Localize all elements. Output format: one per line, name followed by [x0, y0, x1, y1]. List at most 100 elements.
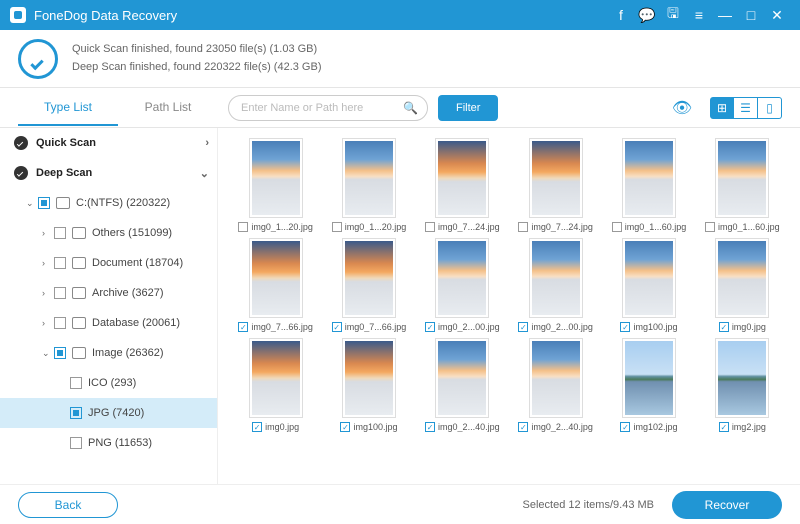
thumbnail-item[interactable]: img0_2...00.jpg: [512, 238, 599, 332]
thumbnail-image[interactable]: [529, 238, 583, 318]
sidebar-document[interactable]: › Document (18704): [0, 248, 217, 278]
recover-button[interactable]: Recover: [672, 491, 782, 519]
grid-view-icon[interactable]: ⊞: [710, 97, 734, 119]
thumbnail-item[interactable]: img0_7...66.jpg: [325, 238, 412, 332]
file-name: img0_2...40.jpg: [438, 422, 500, 432]
thumbnail-image[interactable]: [435, 238, 489, 318]
checkbox[interactable]: [54, 317, 66, 329]
search-input[interactable]: [228, 95, 428, 121]
checkbox[interactable]: [54, 227, 66, 239]
checkbox-partial[interactable]: [70, 407, 82, 419]
thumbnail-item[interactable]: img0_2...00.jpg: [419, 238, 506, 332]
thumbnail-image[interactable]: [249, 138, 303, 218]
checkbox[interactable]: [518, 222, 528, 232]
thumbnail-image[interactable]: [342, 238, 396, 318]
sidebar-archive[interactable]: › Archive (3627): [0, 278, 217, 308]
save-icon[interactable]: 🖫: [660, 2, 686, 28]
sidebar-database[interactable]: › Database (20061): [0, 308, 217, 338]
thumbnail-item[interactable]: img0_7...66.jpg: [232, 238, 319, 332]
checkbox[interactable]: [719, 422, 729, 432]
chevron-right-icon: ›: [42, 318, 54, 328]
preview-icon[interactable]: 👁: [668, 97, 696, 119]
sidebar-ico[interactable]: ICO (293): [0, 368, 217, 398]
thumbnail-image[interactable]: [249, 338, 303, 418]
checkbox[interactable]: [518, 422, 528, 432]
sidebar-quick-scan[interactable]: Quick Scan ›: [0, 128, 217, 158]
file-name: img2.jpg: [732, 422, 766, 432]
checkbox[interactable]: [238, 222, 248, 232]
checkbox[interactable]: [612, 222, 622, 232]
thumbnail-image[interactable]: [622, 238, 676, 318]
thumbnail-image[interactable]: [715, 338, 769, 418]
thumbnail-item[interactable]: img0_2...40.jpg: [512, 338, 599, 432]
thumbnail-image[interactable]: [715, 138, 769, 218]
checkbox[interactable]: [54, 287, 66, 299]
tab-path-list[interactable]: Path List: [118, 90, 218, 126]
thumbnail-image[interactable]: [342, 138, 396, 218]
facebook-icon[interactable]: f: [608, 2, 634, 28]
list-view-icon[interactable]: ☰: [734, 97, 758, 119]
thumbnail-item[interactable]: img0_7...24.jpg: [512, 138, 599, 232]
sidebar-others[interactable]: › Others (151099): [0, 218, 217, 248]
thumbnail-item[interactable]: img0_2...40.jpg: [419, 338, 506, 432]
filter-button[interactable]: Filter: [438, 95, 498, 121]
maximize-icon[interactable]: □: [738, 2, 764, 28]
sidebar-png[interactable]: PNG (11653): [0, 428, 217, 458]
database-icon: [72, 317, 86, 329]
checkbox[interactable]: [238, 322, 248, 332]
sidebar-deep-scan[interactable]: Deep Scan ⌄: [0, 158, 217, 188]
sidebar-image[interactable]: ⌄ Image (26362): [0, 338, 217, 368]
thumbnail-image[interactable]: [435, 338, 489, 418]
chevron-right-icon: ›: [42, 228, 54, 238]
checkbox[interactable]: [54, 257, 66, 269]
thumbnail-image[interactable]: [249, 238, 303, 318]
thumbnail-item[interactable]: img0.jpg: [699, 238, 786, 332]
thumbnail-item[interactable]: img100.jpg: [605, 238, 692, 332]
thumbnail-item[interactable]: img0_1...20.jpg: [232, 138, 319, 232]
checkbox[interactable]: [518, 322, 528, 332]
checkbox-partial[interactable]: [54, 347, 66, 359]
thumbnail-item[interactable]: img0.jpg: [232, 338, 319, 432]
thumbnail-item[interactable]: img0_7...24.jpg: [419, 138, 506, 232]
checkbox[interactable]: [719, 322, 729, 332]
chevron-down-icon: ⌄: [26, 198, 38, 209]
thumbnail-item[interactable]: img102.jpg: [605, 338, 692, 432]
thumbnail-image[interactable]: [342, 338, 396, 418]
thumbnail-image[interactable]: [622, 338, 676, 418]
checkbox[interactable]: [425, 422, 435, 432]
sidebar-jpg[interactable]: JPG (7420): [0, 398, 217, 428]
thumbnail-image[interactable]: [529, 138, 583, 218]
menu-icon[interactable]: ≡: [686, 2, 712, 28]
thumbnail-image[interactable]: [435, 138, 489, 218]
checkbox[interactable]: [425, 222, 435, 232]
sidebar-drive[interactable]: ⌄ C:(NTFS) (220322): [0, 188, 217, 218]
checkbox[interactable]: [332, 222, 342, 232]
thumbnail-item[interactable]: img0_1...20.jpg: [325, 138, 412, 232]
checkbox[interactable]: [705, 222, 715, 232]
thumbnail-item[interactable]: img100.jpg: [325, 338, 412, 432]
checkbox[interactable]: [70, 377, 82, 389]
thumbnail-image[interactable]: [622, 138, 676, 218]
thumbnail-item[interactable]: img0_1...60.jpg: [605, 138, 692, 232]
checkbox[interactable]: [425, 322, 435, 332]
checkbox[interactable]: [620, 422, 630, 432]
thumbnail-item[interactable]: img2.jpg: [699, 338, 786, 432]
back-button[interactable]: Back: [18, 492, 118, 518]
checkbox[interactable]: [252, 422, 262, 432]
checkbox[interactable]: [340, 422, 350, 432]
thumbnail-image[interactable]: [715, 238, 769, 318]
search-container: 🔍: [228, 95, 428, 121]
thumbnail-image[interactable]: [529, 338, 583, 418]
checkbox-partial[interactable]: [38, 197, 50, 209]
checkbox[interactable]: [332, 322, 342, 332]
checkbox[interactable]: [70, 437, 82, 449]
detail-view-icon[interactable]: ▯: [758, 97, 782, 119]
tab-type-list[interactable]: Type List: [18, 90, 118, 126]
checkbox[interactable]: [620, 322, 630, 332]
feedback-icon[interactable]: 💬: [634, 2, 660, 28]
minimize-icon[interactable]: —: [712, 2, 738, 28]
search-icon[interactable]: 🔍: [403, 101, 418, 115]
close-icon[interactable]: ✕: [764, 2, 790, 28]
thumbnail-item[interactable]: img0_1...60.jpg: [699, 138, 786, 232]
file-name: img0_7...24.jpg: [531, 222, 593, 232]
